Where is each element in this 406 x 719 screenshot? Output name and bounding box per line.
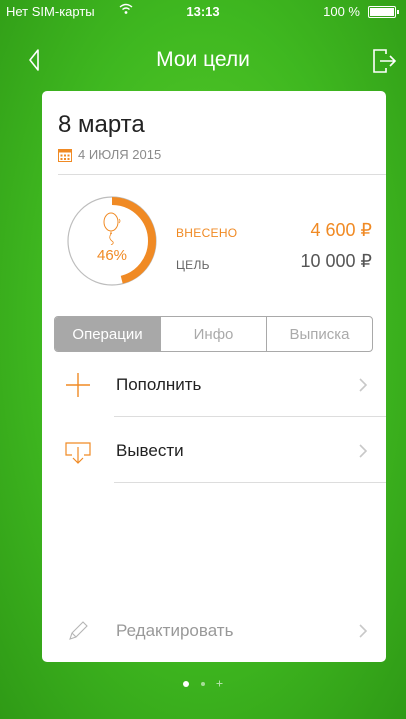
deposited-label: ВНЕСЕНО (176, 226, 238, 240)
battery-icon (368, 6, 399, 18)
target-label: ЦЕЛЬ (176, 258, 210, 272)
deposited-value: 4 600 ₽ (310, 220, 373, 240)
top-up-label: Пополнить (116, 375, 202, 394)
segmented-control: Операции Инфо Выписка (54, 316, 373, 352)
logout-button[interactable] (370, 46, 398, 76)
divider (58, 174, 386, 175)
withdraw-icon (65, 442, 91, 464)
nav-bar: Мои цели (0, 40, 406, 80)
goal-card: 8 марта 4 ИЮЛЯ 2015 46% ВНЕСЕНО 4 600 ₽ … (42, 91, 386, 662)
progress-ring: 46% (64, 193, 160, 289)
status-bar: Нет SIM-карты 13:13 100 % (0, 0, 406, 22)
tab-info[interactable]: Инфо (160, 317, 266, 351)
plus-icon (66, 373, 90, 397)
page-indicator (0, 674, 406, 692)
page-dot-active (183, 674, 190, 692)
tab-operations[interactable]: Операции (55, 317, 160, 351)
withdraw-label: Вывести (116, 441, 184, 460)
tab-statement[interactable]: Выписка (266, 317, 372, 351)
page-dot-add (216, 674, 223, 692)
pencil-icon (69, 621, 88, 640)
top-up-row[interactable]: Пополнить (42, 353, 386, 417)
calendar-icon (58, 148, 72, 162)
edit-label: Редактировать (116, 621, 234, 640)
row-divider (114, 482, 386, 483)
balloon-icon (103, 212, 121, 245)
progress-percent: 46% (96, 247, 128, 264)
battery-percent: 100 % (323, 4, 360, 19)
goal-date-text: 4 ИЮЛЯ 2015 (78, 147, 162, 162)
chevron-right-icon (359, 444, 368, 458)
logout-icon (373, 49, 397, 73)
edit-row[interactable]: Редактировать (42, 599, 386, 662)
chevron-right-icon (359, 624, 368, 638)
withdraw-row[interactable]: Вывести (42, 419, 386, 483)
row-divider (114, 416, 386, 417)
goal-date: 4 ИЮЛЯ 2015 (58, 147, 161, 162)
goal-title: 8 марта (58, 111, 145, 138)
chevron-right-icon (359, 378, 368, 392)
page-dot (200, 674, 206, 692)
page-title: Мои цели (156, 48, 250, 71)
target-value: 10 000 ₽ (300, 251, 372, 271)
